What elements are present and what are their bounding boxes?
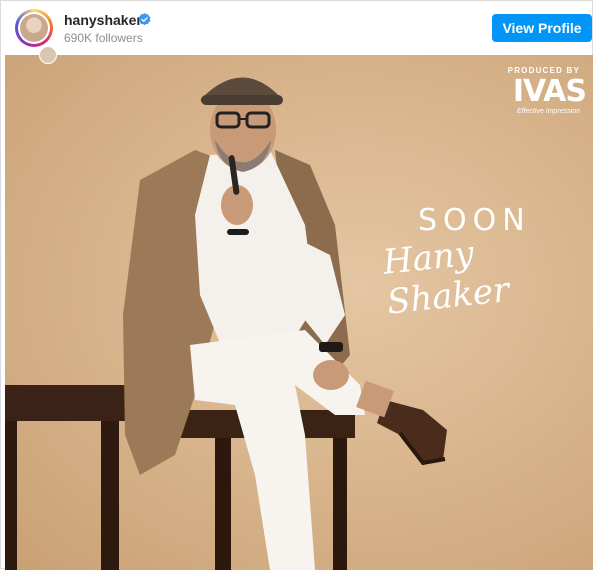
wristwatch (319, 342, 343, 352)
instagram-embed-card: hanyshaker 690K followers View Profile P… (0, 0, 593, 570)
username-link[interactable]: hanyshaker (64, 12, 142, 28)
follower-count: 690K followers (64, 31, 143, 45)
photo-illustration (5, 77, 447, 570)
view-profile-button[interactable]: View Profile (492, 14, 592, 42)
verified-badge-icon (138, 13, 151, 26)
profile-avatar[interactable] (15, 9, 53, 47)
ivas-logo: IVAS (512, 74, 587, 109)
avatar-image (20, 14, 48, 42)
post-header: hanyshaker 690K followers View Profile (1, 1, 592, 55)
logo-tagline: Effective Impression (516, 108, 580, 115)
tagged-user-avatar[interactable] (39, 46, 57, 64)
loafer-shoe (377, 400, 447, 465)
post-image[interactable]: PRODUCED BY IVAS Effective Impression SO… (5, 55, 593, 570)
table-leg (101, 421, 119, 570)
